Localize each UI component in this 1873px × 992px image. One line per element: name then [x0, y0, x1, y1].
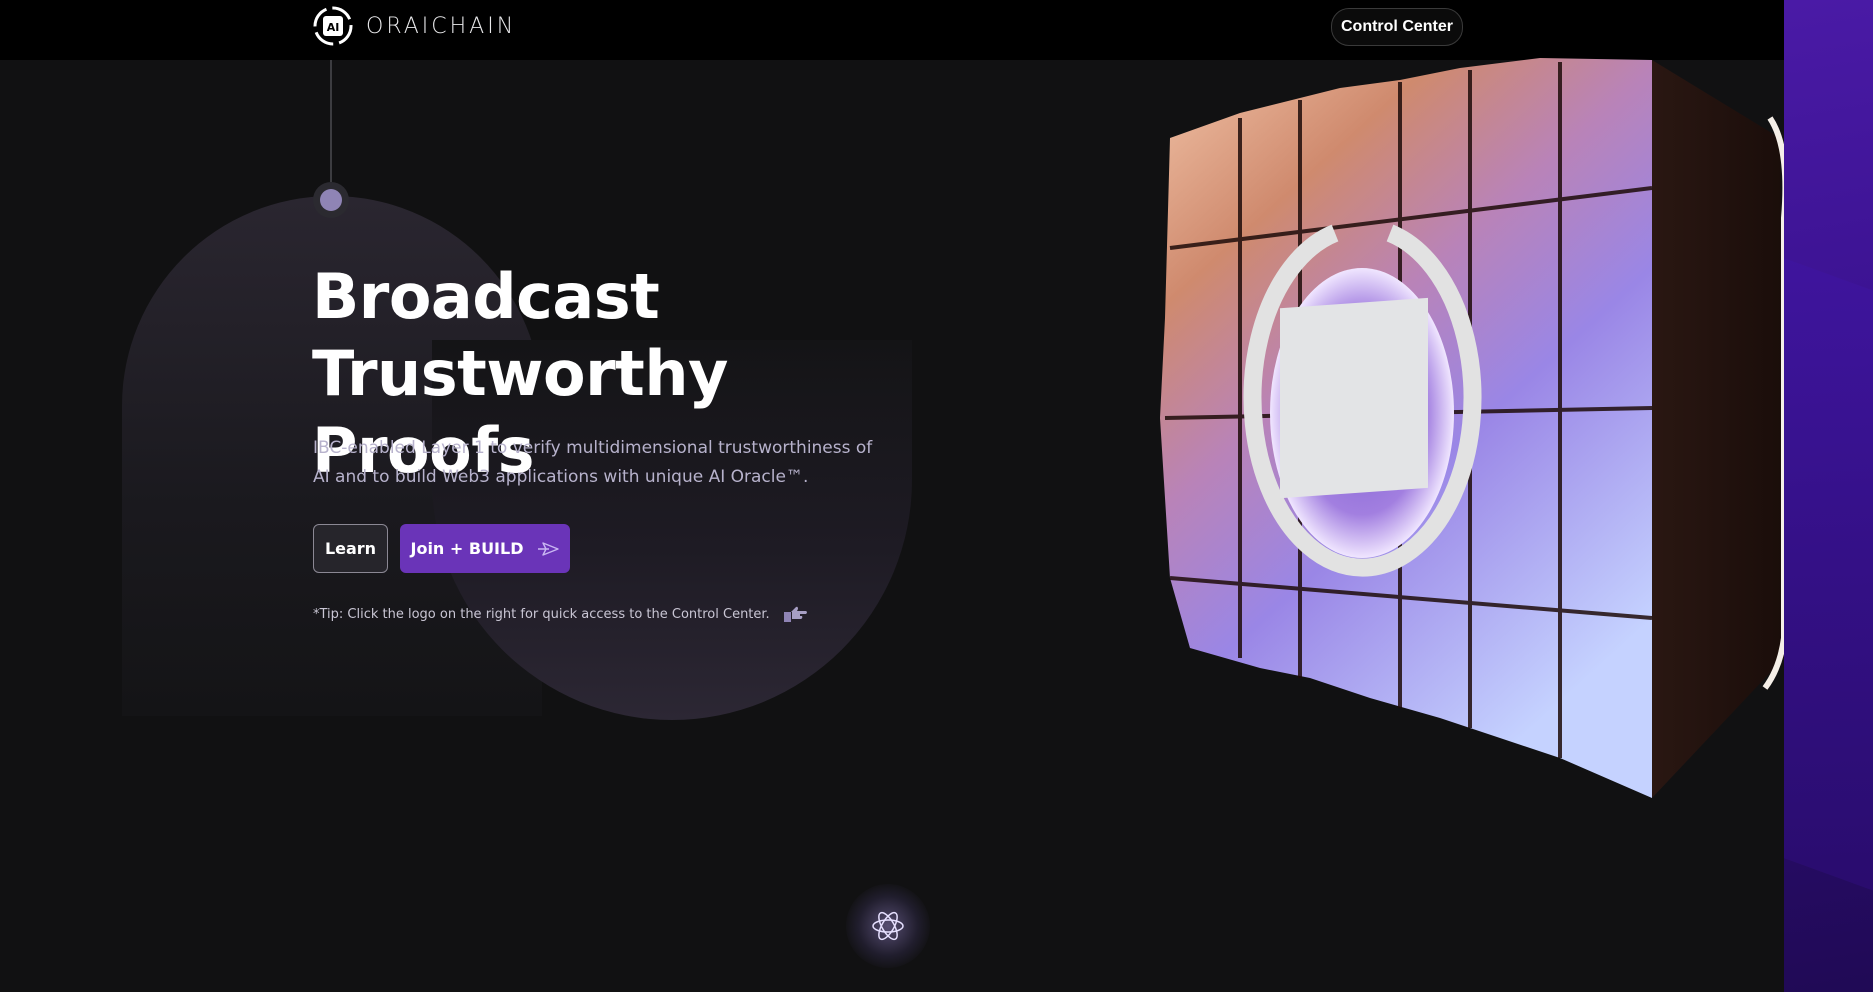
side-panel-strip	[1784, 0, 1873, 992]
oraichain-logo-icon: AI	[313, 6, 353, 46]
hero-subtitle: IBC-enabled Layer 1 to verify multidimen…	[313, 438, 873, 487]
decor-pin-dot	[313, 182, 349, 218]
pointing-hand-icon	[783, 606, 807, 622]
paper-plane-arrow-icon	[538, 541, 560, 556]
side-panel-fold	[1784, 243, 1873, 917]
hero-cube-artwork	[1160, 58, 1784, 798]
atom-icon	[872, 911, 904, 941]
hero-title-line1: Broadcast	[312, 260, 660, 333]
decor-pin-line	[330, 60, 332, 182]
tip-text: *Tip: Click the logo on the right for qu…	[313, 604, 808, 624]
brand-logo[interactable]: AI ORAICHAIN	[312, 5, 516, 47]
brand-name: ORAICHAIN	[366, 13, 517, 39]
join-build-button[interactable]: Join + BUILD	[400, 524, 570, 573]
tip-label: *Tip: Click the logo on the right for qu…	[313, 606, 770, 622]
learn-button[interactable]: Learn	[313, 524, 388, 573]
join-build-label: Join + BUILD	[410, 539, 524, 558]
cube-center-panel	[1280, 297, 1428, 499]
logo-badge-text: AI	[327, 21, 340, 34]
